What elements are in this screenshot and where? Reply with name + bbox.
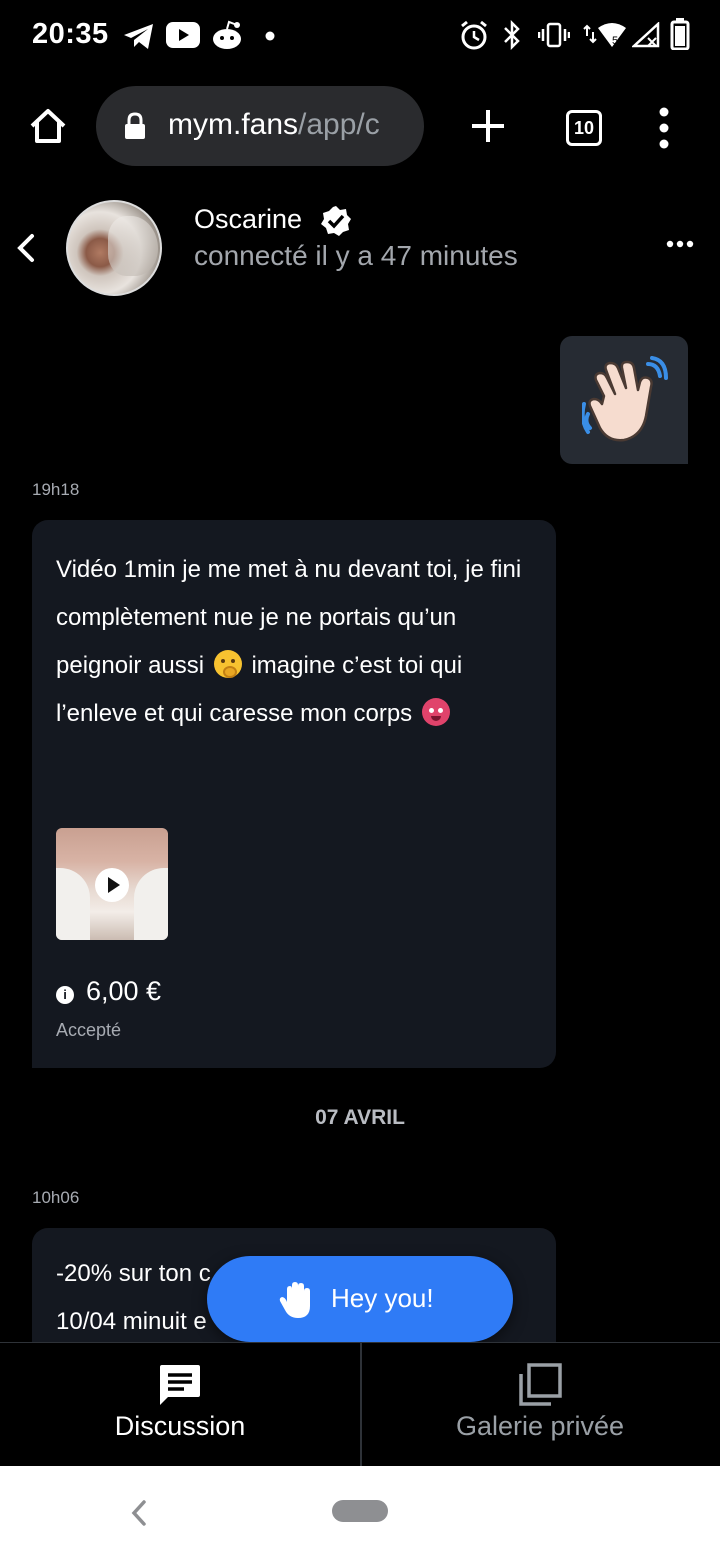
smiling-devil-emoji-icon bbox=[421, 698, 450, 726]
bluetooth-icon bbox=[504, 20, 520, 50]
system-navigation-bar bbox=[0, 1466, 720, 1560]
lock-icon bbox=[125, 112, 145, 139]
tab-private-gallery[interactable]: Galerie privée bbox=[360, 1343, 720, 1467]
thumbnail-detail bbox=[56, 868, 90, 940]
telegram-icon bbox=[124, 24, 153, 49]
purchase-status: Accepté bbox=[56, 1020, 122, 1040]
date-separator: 07 AVRIL bbox=[315, 1106, 405, 1129]
url-bar[interactable]: mym.fans/app/c bbox=[96, 86, 424, 166]
status-bar: 20:35 5 bbox=[0, 0, 720, 72]
message-text: Vidéo 1min je me met à nu devant toi, je… bbox=[56, 546, 536, 738]
browser-menu-icon[interactable] bbox=[652, 106, 676, 150]
url-text: mym.fans/app/c bbox=[168, 108, 380, 142]
thumbnail-detail bbox=[134, 868, 168, 940]
raised-hand-icon bbox=[279, 1282, 310, 1318]
message-timestamp: 10h06 bbox=[32, 1188, 80, 1207]
system-home-pill[interactable] bbox=[332, 1500, 388, 1522]
avatar[interactable] bbox=[66, 200, 162, 296]
tab-switcher-button[interactable]: 10 bbox=[566, 110, 602, 146]
system-back-icon[interactable] bbox=[128, 1498, 150, 1528]
hey-you-button[interactable]: Hey you! bbox=[207, 1256, 513, 1342]
signal-icon bbox=[632, 22, 660, 48]
chat-header: Oscarine connecté il y a 47 minutes bbox=[0, 182, 720, 312]
status-time: 20:35 bbox=[32, 18, 109, 50]
tab-label: Discussion bbox=[114, 1411, 246, 1441]
play-icon[interactable] bbox=[95, 868, 129, 902]
bottom-tab-bar: Discussion Galerie privée bbox=[0, 1342, 720, 1467]
alarm-icon bbox=[461, 20, 487, 50]
url-host: mym.fans bbox=[168, 108, 299, 141]
verified-badge-icon bbox=[321, 206, 351, 236]
paid-video-message[interactable]: Vidéo 1min je me met à nu devant toi, je… bbox=[32, 520, 556, 1068]
new-tab-icon[interactable] bbox=[468, 106, 508, 146]
message-timestamp: 19h18 bbox=[32, 480, 80, 499]
gallery-icon bbox=[519, 1363, 562, 1406]
tab-label: Galerie privée bbox=[455, 1411, 625, 1441]
contact-name[interactable]: Oscarine bbox=[194, 204, 302, 235]
tab-discussion[interactable]: Discussion bbox=[0, 1343, 360, 1467]
back-arrow-icon[interactable] bbox=[12, 230, 42, 266]
browser-toolbar: mym.fans/app/c 10 bbox=[0, 72, 720, 182]
youtube-icon bbox=[166, 22, 200, 48]
info-icon[interactable]: i bbox=[56, 986, 74, 1004]
waving-hand-emoji-icon bbox=[582, 356, 668, 442]
conversation[interactable]: 19h18 Vidéo 1min je me met à nu devant t… bbox=[0, 312, 720, 1342]
reddit-icon bbox=[213, 20, 241, 49]
home-icon[interactable] bbox=[28, 106, 68, 146]
vibrate-icon bbox=[538, 22, 570, 48]
more-options-icon[interactable] bbox=[666, 238, 694, 250]
sent-message-bubble[interactable] bbox=[560, 336, 688, 464]
notification-dot-icon bbox=[265, 31, 275, 41]
video-thumbnail[interactable] bbox=[56, 828, 168, 940]
wifi-icon: 5 bbox=[583, 23, 626, 47]
contact-status: connecté il y a 47 minutes bbox=[194, 240, 518, 271]
price-value: 6,00 € bbox=[86, 976, 162, 1006]
hey-you-label: Hey you! bbox=[331, 1283, 434, 1313]
shushing-face-emoji-icon bbox=[213, 650, 242, 678]
svg-text:5: 5 bbox=[612, 35, 618, 47]
url-path: /app/c bbox=[298, 108, 380, 141]
battery-icon bbox=[670, 18, 690, 50]
chat-bubble-icon bbox=[160, 1365, 200, 1405]
